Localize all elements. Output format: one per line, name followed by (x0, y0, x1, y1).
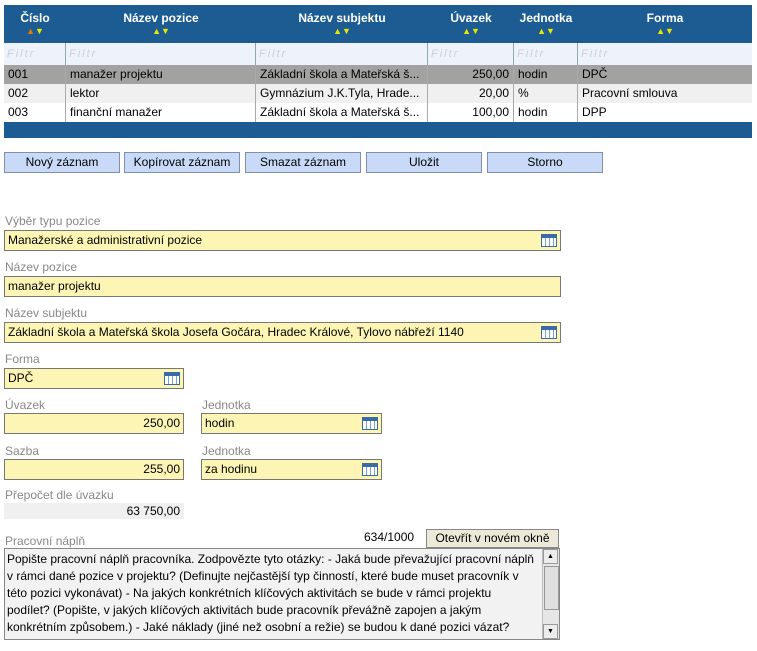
cell-uvazek: 100,00 (428, 103, 514, 122)
nazev-subjektu-select[interactable]: Základní škola a Mateřská škola Josefa G… (4, 322, 561, 343)
textarea-scrollbar[interactable]: ▲ ▼ (542, 549, 559, 639)
cell-subjekt: Gymnázium J.K.Tyla, Hrade... (256, 84, 428, 103)
cell-uvazek: 20,00 (428, 84, 514, 103)
column-label: Úvazek (450, 11, 492, 25)
picker-icon[interactable] (362, 417, 378, 430)
column-header-jednotka[interactable]: Jednotka ▲▼ (514, 5, 578, 43)
scroll-up-icon[interactable]: ▲ (543, 549, 558, 564)
cell-subjekt: Základní škola a Mateřská š... (256, 103, 428, 122)
cell-nazev: lektor (66, 84, 256, 103)
picker-icon[interactable] (541, 326, 557, 339)
column-header-forma[interactable]: Forma ▲▼ (578, 5, 752, 43)
jednotka-label: Jednotka (202, 398, 251, 412)
jednotka-value: hodin (205, 416, 235, 430)
prepocet-value: 63 750,00 (4, 503, 184, 519)
cell-jednotka: hodin (514, 65, 578, 84)
sort-arrows-icon[interactable]: ▲▼ (256, 26, 428, 37)
cell-uvazek: 250,00 (428, 65, 514, 84)
cell-jednotka: % (514, 84, 578, 103)
table-row[interactable]: 001 manažer projektu Základní škola a Ma… (4, 65, 752, 84)
copy-record-button[interactable]: Kopírovat záznam (124, 152, 240, 173)
filter-placeholder: Filtr (517, 48, 546, 60)
cell-forma: DPP (582, 105, 607, 119)
nazev-subjektu-label: Název subjektu (5, 306, 88, 320)
delete-record-button[interactable]: Smazat záznam (245, 152, 361, 173)
sort-arrows-icon[interactable]: ▲▼ (428, 26, 514, 37)
forma-select[interactable]: DPČ (4, 368, 184, 389)
picker-icon[interactable] (362, 463, 378, 476)
sort-arrows-icon[interactable]: ▲▼ (578, 26, 752, 37)
cell-cislo: 003 (4, 103, 66, 122)
filter-input-cislo[interactable]: Filtr (4, 43, 66, 65)
column-label: Název subjektu (298, 11, 386, 25)
typ-pozice-select[interactable]: Manažerské a administrativní pozice (4, 230, 561, 251)
filter-input-jednotka[interactable]: Filtr (514, 43, 578, 65)
forma-value: DPČ (8, 371, 34, 385)
typ-pozice-label: Výběr typu pozice (5, 214, 101, 228)
column-header-uvazek[interactable]: Úvazek ▲▼ (428, 5, 514, 43)
character-counter: 634/1000 (364, 530, 415, 544)
jednotka-sazby-value: za hodinu (205, 462, 258, 476)
pracovni-napln-textarea[interactable]: Popište pracovní náplň pracovníka. Zodpo… (4, 548, 560, 640)
sort-arrows-icon[interactable]: ▲▼ (66, 26, 256, 37)
sazba-input[interactable]: 255,00 (4, 459, 184, 480)
prepocet-label: Přepočet dle úvazku (5, 488, 114, 502)
filter-input-forma[interactable]: Filtr (578, 43, 752, 65)
sazba-label: Sazba (5, 444, 40, 458)
filter-placeholder: Filtr (7, 48, 36, 60)
cell-subjekt: Základní škola a Mateřská š... (256, 65, 428, 84)
column-header-nazev-pozice[interactable]: Název pozice ▲▼ (66, 5, 256, 43)
column-header-cislo[interactable]: Číslo ▲▼ (4, 5, 66, 43)
nazev-subjektu-value: Základní škola a Mateřská škola Josefa G… (8, 325, 464, 339)
jednotka-select[interactable]: hodin (201, 413, 382, 434)
open-new-window-button[interactable]: Otevřít v novém okně (426, 529, 559, 548)
picker-icon[interactable] (541, 234, 557, 247)
cell-cislo: 002 (4, 84, 66, 103)
new-record-button[interactable]: Nový záznam (4, 152, 120, 173)
uvazek-input[interactable]: 250,00 (4, 413, 184, 434)
nazev-pozice-input[interactable]: manažer projektu (4, 276, 561, 297)
column-label: Jednotka (519, 11, 573, 25)
cancel-button[interactable]: Storno (487, 152, 603, 173)
filter-placeholder: Filtr (69, 48, 98, 60)
cell-cislo: 001 (4, 65, 66, 84)
forma-label: Forma (5, 352, 40, 366)
table-row[interactable]: 002 lektor Gymnázium J.K.Tyla, Hrade... … (4, 84, 752, 103)
column-label: Forma (646, 11, 684, 25)
cell-forma: DPČ (582, 67, 608, 81)
uvazek-label: Úvazek (5, 398, 46, 412)
filter-input-uvazek[interactable]: Filtr (428, 43, 514, 65)
column-label: Číslo (20, 11, 50, 25)
picker-icon[interactable] (164, 372, 180, 385)
cell-nazev: manažer projektu (66, 65, 256, 84)
cell-forma: Pracovní smlouva (582, 86, 678, 100)
nazev-pozice-label: Název pozice (5, 260, 78, 274)
filter-placeholder: Filtr (581, 48, 610, 60)
pracovni-napln-label: Pracovní náplň (5, 534, 86, 548)
typ-pozice-value: Manažerské a administrativní pozice (8, 233, 203, 247)
filter-placeholder: Filtr (431, 48, 460, 60)
jednotka-sazby-select[interactable]: za hodinu (201, 459, 382, 480)
jednotka-sazby-label: Jednotka (202, 444, 251, 458)
scroll-down-icon[interactable]: ▼ (543, 624, 558, 639)
sort-arrows-icon[interactable]: ▲▼ (514, 26, 578, 37)
filter-placeholder: Filtr (259, 48, 288, 60)
filter-input-nazev-pozice[interactable]: Filtr (66, 43, 256, 65)
table-row[interactable]: 003 finanční manažer Základní škola a Ma… (4, 103, 752, 122)
filter-input-nazev-subjektu[interactable]: Filtr (256, 43, 428, 65)
column-header-nazev-subjektu[interactable]: Název subjektu ▲▼ (256, 5, 428, 43)
column-label: Název pozice (123, 11, 199, 25)
cell-nazev: finanční manažer (66, 103, 256, 122)
pracovni-napln-text: Popište pracovní náplň pracovníka. Zodpo… (7, 552, 534, 639)
records-grid: Číslo ▲▼ Název pozice ▲▼ Název subjektu … (4, 5, 752, 138)
cell-jednotka: hodin (514, 103, 578, 122)
sort-arrows-icon[interactable]: ▲▼ (4, 26, 66, 37)
save-button[interactable]: Uložit (366, 152, 482, 173)
scroll-thumb[interactable] (544, 566, 559, 610)
